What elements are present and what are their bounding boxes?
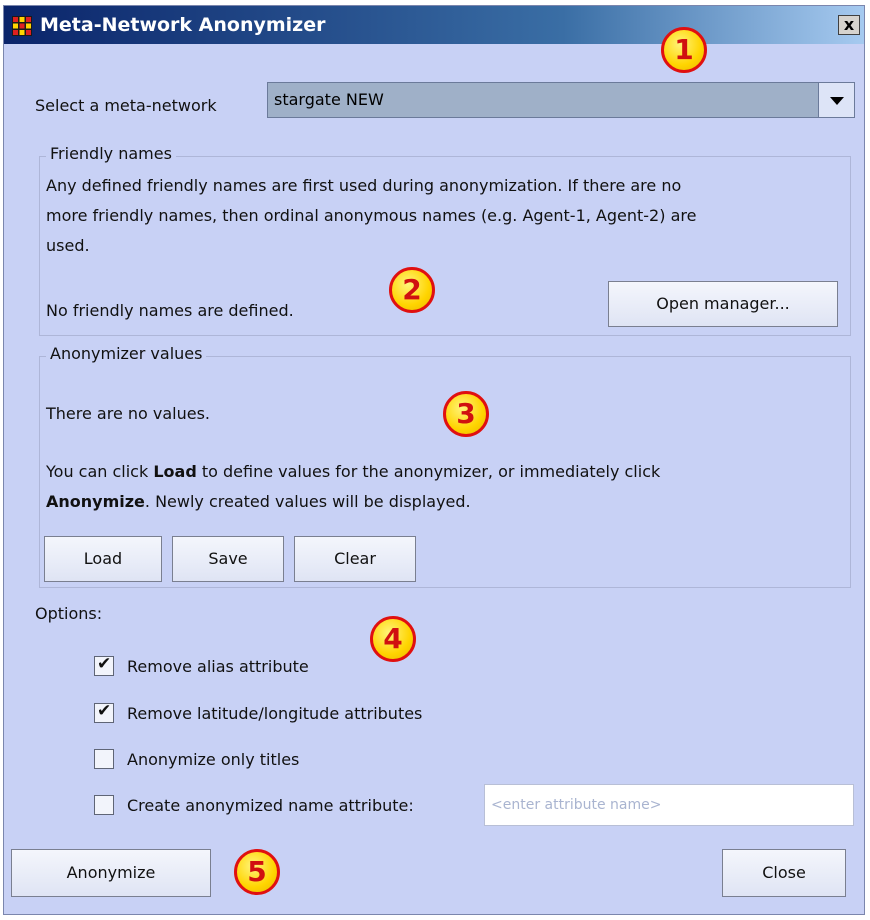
- remove-latlon-label: Remove latitude/longitude attributes: [127, 704, 423, 723]
- values-status: There are no values.: [46, 404, 211, 423]
- save-label: Save: [208, 549, 248, 568]
- close-icon[interactable]: x: [838, 15, 860, 35]
- friendly-description-line: Any defined friendly names are first use…: [46, 176, 682, 195]
- create-name-attribute-checkbox[interactable]: [94, 795, 114, 815]
- anonymizer-values-title: Anonymizer values: [46, 344, 207, 363]
- attribute-name-input[interactable]: [485, 785, 853, 825]
- anonymize-titles-checkbox[interactable]: [94, 749, 114, 769]
- load-label: Load: [83, 549, 123, 568]
- chevron-down-icon[interactable]: [818, 83, 854, 117]
- remove-latlon-checkbox[interactable]: ✔: [94, 701, 114, 723]
- select-network-label: Select a meta-network: [35, 96, 217, 115]
- options-label: Options:: [35, 604, 103, 623]
- anonymize-titles-label: Anonymize only titles: [127, 750, 300, 769]
- values-hint: You can click Load to define values for …: [46, 457, 660, 517]
- callout-badge: 5: [234, 849, 280, 895]
- attribute-name-field[interactable]: [484, 784, 854, 826]
- friendly-description-line: used.: [46, 236, 90, 255]
- clear-button[interactable]: Clear: [294, 536, 416, 582]
- anonymize-button[interactable]: Anonymize: [11, 849, 211, 897]
- hint-anonymize: Anonymize: [46, 492, 145, 511]
- friendly-names-description: Any defined friendly names are first use…: [46, 171, 696, 261]
- load-button[interactable]: Load: [44, 536, 162, 582]
- create-name-attribute-label: Create anonymized name attribute:: [127, 796, 414, 815]
- hint-suffix: . Newly created values will be displayed…: [144, 492, 471, 511]
- grid-app-icon: [12, 16, 32, 36]
- callout-badge: 2: [389, 267, 435, 313]
- close-label: Close: [762, 863, 806, 882]
- open-manager-label: Open manager...: [656, 294, 790, 313]
- callout-badge: 1: [661, 27, 707, 73]
- remove-alias-label: Remove alias attribute: [127, 657, 309, 676]
- checkmark-icon: ✔: [97, 701, 112, 721]
- remove-alias-checkbox[interactable]: ✔: [94, 654, 114, 676]
- checkmark-icon: ✔: [97, 654, 112, 674]
- hint-middle: to define values for the anonymizer, or …: [196, 462, 661, 481]
- save-button[interactable]: Save: [172, 536, 284, 582]
- close-button[interactable]: Close: [722, 849, 846, 897]
- friendly-names-status: No friendly names are defined.: [46, 301, 294, 320]
- meta-network-value: stargate NEW: [274, 90, 384, 109]
- friendly-names-title: Friendly names: [46, 144, 176, 163]
- friendly-description-line: more friendly names, then ordinal anonym…: [46, 206, 697, 225]
- window-title: Meta-Network Anonymizer: [40, 14, 326, 36]
- clear-label: Clear: [334, 549, 376, 568]
- anonymize-label: Anonymize: [66, 863, 156, 882]
- meta-network-select[interactable]: stargate NEW: [267, 82, 855, 118]
- anonymizer-dialog: Meta-Network Anonymizer x Select a meta-…: [3, 5, 865, 915]
- open-manager-button[interactable]: Open manager...: [608, 281, 838, 327]
- title-bar: Meta-Network Anonymizer x: [4, 6, 864, 44]
- callout-badge: 3: [443, 391, 489, 437]
- hint-load: Load: [153, 462, 197, 481]
- hint-prefix: You can click: [46, 462, 154, 481]
- callout-badge: 4: [370, 616, 416, 662]
